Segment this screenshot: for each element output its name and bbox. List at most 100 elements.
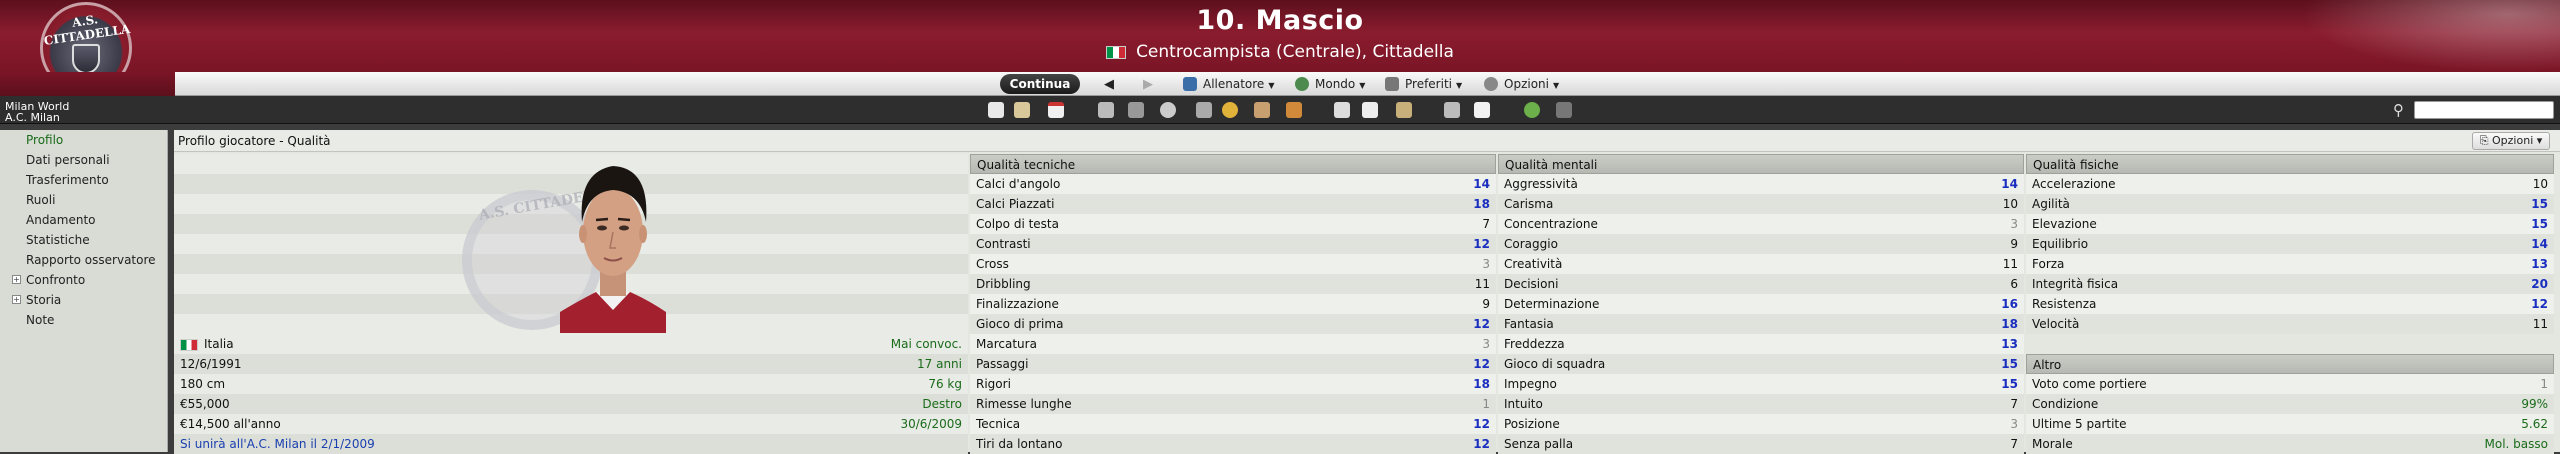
sidebar-item-profilo[interactable]: Profilo	[0, 130, 168, 150]
sidebar-item-confronto[interactable]: + Confronto	[0, 270, 168, 290]
tactics-icon[interactable]	[1128, 102, 1144, 118]
continue-button[interactable]: Continua	[1000, 74, 1080, 94]
sidebar-item-storia[interactable]: + Storia	[0, 290, 168, 310]
other-attribute-row[interactable]: Morale Mol. basso	[2026, 434, 2554, 454]
mental-heading[interactable]: Qualità mentali	[1498, 154, 2024, 174]
technical-attribute-row[interactable]: Finalizzazione 9	[970, 294, 1496, 314]
squad-icon[interactable]	[1098, 102, 1114, 118]
technical-attribute-row[interactable]: Cross 3	[970, 254, 1496, 274]
technical-attribute-row[interactable]: Colpo di testa 7	[970, 214, 1496, 234]
attribute-value: 6	[2010, 277, 2018, 291]
technical-attribute-row[interactable]: Calci Piazzati 18	[970, 194, 1496, 214]
physical-attribute-row[interactable]: Integrità fisica 20	[2026, 274, 2554, 294]
attribute-value: 15	[2531, 197, 2548, 211]
technical-heading[interactable]: Qualità tecniche	[970, 154, 1496, 174]
physical-attribute-row[interactable]: Resistenza 12	[2026, 294, 2554, 314]
mental-attribute-row[interactable]: Carisma 10	[1498, 194, 2024, 214]
mental-attribute-row[interactable]: Decisioni 6	[1498, 274, 2024, 294]
search-input[interactable]	[2414, 101, 2554, 119]
physical-attribute-row[interactable]: Elevazione 15	[2026, 214, 2554, 234]
home-icon[interactable]	[988, 102, 1004, 118]
attribute-name: Tiri da lontano	[976, 437, 1063, 451]
mental-attribute-row[interactable]: Senza palla 7	[1498, 434, 2024, 454]
finance-icon[interactable]	[1222, 102, 1238, 118]
mental-attribute-row[interactable]: Freddezza 13	[1498, 334, 2024, 354]
physical-attribute-row[interactable]: Equilibrio 14	[2026, 234, 2554, 254]
technical-attribute-row[interactable]: Rimesse lunghe 1	[970, 394, 1496, 414]
options-button[interactable]: ⎘ Opzioni ▾	[2472, 132, 2550, 150]
attribute-name: Intuito	[1504, 397, 1543, 411]
training-icon[interactable]	[1160, 102, 1176, 118]
attribute-name: Condizione	[2032, 397, 2099, 411]
sidebar-item-confronto-label: Confronto	[26, 273, 86, 287]
forward-arrow-icon[interactable]: ▶	[1143, 77, 1153, 92]
mental-attribute-row[interactable]: Impegno 15	[1498, 374, 2024, 394]
physical-attribute-row[interactable]: Accelerazione 10	[2026, 174, 2554, 194]
sidebar-item-dati-personali[interactable]: Dati personali	[0, 150, 168, 170]
info-transfer-link[interactable]: Si unirà all'A.C. Milan il 2/1/2009	[180, 434, 375, 454]
mental-attribute-row[interactable]: Intuito 7	[1498, 394, 2024, 414]
technical-attribute-row[interactable]: Tiri da lontano 12	[970, 434, 1496, 454]
physical-heading[interactable]: Qualità fisiche	[2026, 154, 2554, 174]
technical-attribute-row[interactable]: Marcatura 3	[970, 334, 1496, 354]
technical-attribute-row[interactable]: Passaggi 12	[970, 354, 1496, 374]
staff-icon[interactable]	[1196, 102, 1212, 118]
technical-attribute-row[interactable]: Calci d'angolo 14	[970, 174, 1496, 194]
other-attribute-row[interactable]: Condizione 99%	[2026, 394, 2554, 414]
other-attribute-row[interactable]: Voto come portiere 1	[2026, 374, 2554, 394]
sidebar-item-ruoli[interactable]: Ruoli	[0, 190, 168, 210]
technical-attribute-row[interactable]: Dribbling 11	[970, 274, 1496, 294]
other-attribute-row[interactable]: Ultime 5 partite 5.62	[2026, 414, 2554, 434]
breadcrumb-team[interactable]: A.C. Milan	[5, 111, 60, 124]
manager-icon[interactable]	[1444, 102, 1460, 118]
technical-attribute-row[interactable]: Tecnica 12	[970, 414, 1496, 434]
scout-icon[interactable]	[1396, 102, 1412, 118]
menu-allenatore[interactable]: Allenatore ▼	[1183, 74, 1274, 94]
italy-flag-icon	[180, 338, 198, 351]
mental-attribute-row[interactable]: Gioco di squadra 15	[1498, 354, 2024, 374]
expand-icon[interactable]: +	[12, 295, 21, 304]
sidebar-item-rapporto-osservatore[interactable]: Rapporto osservatore	[0, 250, 168, 270]
calendar-icon[interactable]	[1048, 102, 1064, 118]
search-icon[interactable]: ⚲	[2393, 101, 2404, 119]
physical-attribute-row[interactable]: Agilità 15	[2026, 194, 2554, 214]
transfers-icon[interactable]	[1286, 102, 1302, 118]
attribute-value: 1	[1482, 397, 1490, 411]
sidebar-item-trasferimento[interactable]: Trasferimento	[0, 170, 168, 190]
menu-preferiti[interactable]: Preferiti ▼	[1385, 74, 1462, 94]
mental-attribute-row[interactable]: Fantasia 18	[1498, 314, 2024, 334]
mental-attribute-row[interactable]: Determinazione 16	[1498, 294, 2024, 314]
inbox-icon[interactable]	[1014, 102, 1030, 118]
attribute-name: Creatività	[1504, 257, 1563, 271]
back-arrow-icon[interactable]: ◀	[1104, 77, 1114, 92]
fixtures-icon[interactable]	[1362, 102, 1378, 118]
technical-attribute-row[interactable]: Contrasti 12	[970, 234, 1496, 254]
physical-attribute-row[interactable]: Velocità 11	[2026, 314, 2554, 334]
news-icon[interactable]	[1254, 102, 1270, 118]
technical-attribute-row[interactable]: Gioco di prima 12	[970, 314, 1496, 334]
trophy-icon[interactable]	[1334, 102, 1350, 118]
mental-attribute-row[interactable]: Creatività 11	[1498, 254, 2024, 274]
attribute-name: Gioco di squadra	[1504, 357, 1606, 371]
print-icon[interactable]	[1556, 102, 1572, 118]
attribute-name: Equilibrio	[2032, 237, 2089, 251]
attribute-name: Rimesse lunghe	[976, 397, 1072, 411]
mental-attribute-row[interactable]: Coraggio 9	[1498, 234, 2024, 254]
sidebar-item-statistiche[interactable]: Statistiche	[0, 230, 168, 250]
physical-attribute-row[interactable]: Forza 13	[2026, 254, 2554, 274]
menu-mondo[interactable]: Mondo ▼	[1295, 74, 1365, 94]
attribute-value: 18	[1473, 377, 1490, 391]
mental-attribute-row[interactable]: Concentrazione 3	[1498, 214, 2024, 234]
sidebar-item-note[interactable]: Note	[0, 310, 168, 330]
mental-attribute-row[interactable]: Posizione 3	[1498, 414, 2024, 434]
attribute-name: Senza palla	[1504, 437, 1574, 451]
other-heading[interactable]: Altro	[2026, 354, 2554, 374]
technical-attribute-row[interactable]: Rigori 18	[970, 374, 1496, 394]
mental-attribute-row[interactable]: Aggressività 14	[1498, 174, 2024, 194]
sidebar-item-andamento[interactable]: Andamento	[0, 210, 168, 230]
info-birthdate: 12/6/1991	[180, 357, 242, 371]
menu-opzioni[interactable]: Opzioni ▼	[1484, 74, 1559, 94]
notes-icon[interactable]	[1474, 102, 1490, 118]
expand-icon[interactable]: +	[12, 275, 21, 284]
help-icon[interactable]	[1524, 102, 1540, 118]
